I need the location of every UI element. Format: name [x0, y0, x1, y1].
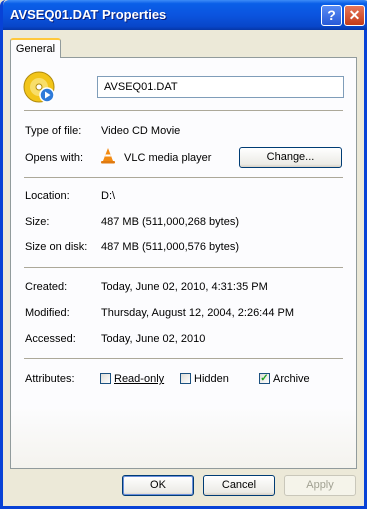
- archive-checkbox[interactable]: ✓: [259, 373, 270, 384]
- size-on-disk-label: Size on disk:: [25, 241, 88, 253]
- size-on-disk-value: 487 MB (511,000,576 bytes): [101, 241, 239, 253]
- opens-with-label: Opens with:: [25, 152, 84, 164]
- help-button[interactable]: ?: [321, 5, 342, 26]
- divider: [24, 177, 343, 178]
- apply-button[interactable]: Apply: [284, 475, 356, 496]
- vlc-cone-icon: [100, 147, 116, 167]
- tab-general[interactable]: General: [10, 38, 61, 58]
- ok-button[interactable]: OK: [122, 475, 194, 496]
- hidden-checkbox[interactable]: [180, 373, 191, 384]
- type-value: Video CD Movie: [101, 125, 181, 137]
- divider: [24, 110, 343, 111]
- modified-label: Modified:: [25, 307, 70, 319]
- accessed-label: Accessed:: [25, 333, 76, 345]
- type-label: Type of file:: [25, 125, 82, 137]
- window-title: AVSEQ01.DAT Properties: [10, 7, 167, 22]
- created-label: Created:: [25, 281, 68, 293]
- modified-value: Thursday, August 12, 2004, 2:26:44 PM: [101, 307, 295, 319]
- attributes-label: Attributes:: [25, 373, 75, 385]
- title-bar[interactable]: AVSEQ01.DAT Properties ? ✕: [3, 0, 367, 30]
- size-value: 487 MB (511,000,268 bytes): [101, 216, 239, 228]
- file-name-field[interactable]: [97, 76, 344, 98]
- hidden-label[interactable]: Hidden: [194, 373, 229, 385]
- close-button[interactable]: ✕: [344, 5, 365, 26]
- properties-dialog: AVSEQ01.DAT Properties ? ✕ General Type …: [0, 0, 367, 509]
- opens-with-value: VLC media player: [124, 152, 212, 164]
- location-label: Location:: [25, 190, 70, 202]
- location-value: D:\: [101, 190, 116, 202]
- readonly-checkbox[interactable]: [100, 373, 111, 384]
- created-value: Today, June 02, 2010, 4:31:35 PM: [101, 281, 268, 293]
- readonly-label[interactable]: Read-only: [114, 373, 164, 385]
- general-panel: Type of file: Video CD Movie Opens with:…: [10, 57, 357, 469]
- accessed-value: Today, June 02, 2010: [101, 333, 206, 345]
- change-button[interactable]: Change...: [239, 147, 342, 168]
- video-cd-disc-icon: [23, 71, 57, 108]
- cancel-button[interactable]: Cancel: [203, 475, 275, 496]
- checkmark-icon: ✓: [260, 373, 269, 384]
- archive-label[interactable]: Archive: [273, 373, 310, 385]
- size-label: Size:: [25, 216, 50, 228]
- divider: [24, 358, 343, 359]
- divider: [24, 267, 343, 268]
